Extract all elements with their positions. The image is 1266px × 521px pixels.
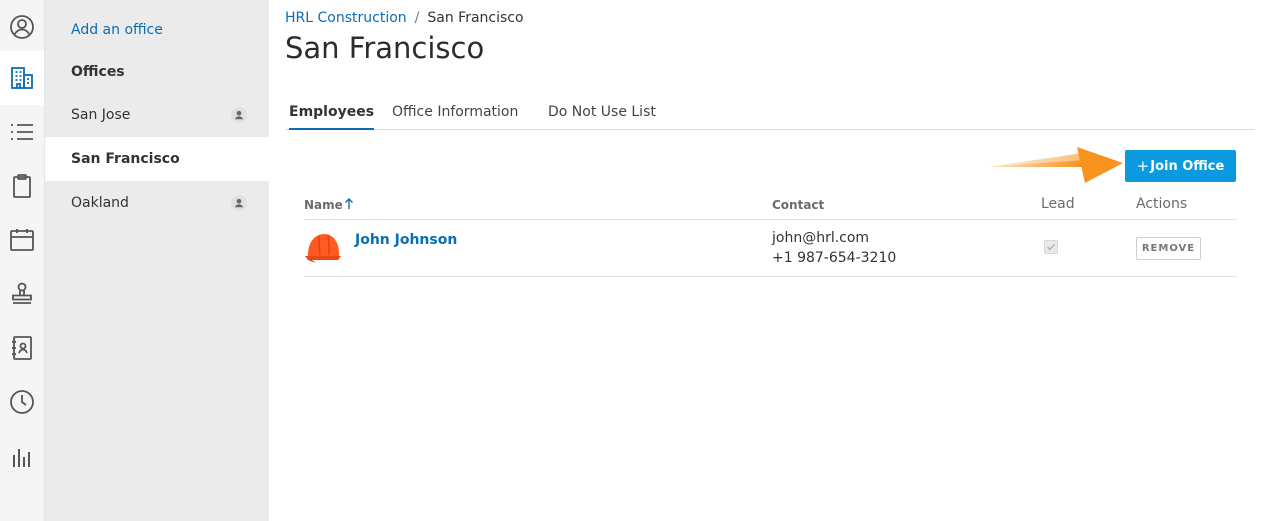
- table-header: Name Contact Lead Actions: [304, 190, 1237, 220]
- rail-offices[interactable]: [0, 51, 44, 105]
- breadcrumb-separator: /: [414, 10, 420, 26]
- tab-office-information[interactable]: Office Information: [392, 96, 518, 130]
- breadcrumb-parent-link[interactable]: HRL Construction: [285, 10, 407, 26]
- rail-clipboard[interactable]: [0, 159, 44, 213]
- checkmark-icon: [1046, 243, 1056, 251]
- sidebar-item-label: San Jose: [71, 107, 131, 123]
- clock-icon: [10, 390, 34, 414]
- employee-phone: +1 987-654-3210: [772, 250, 897, 266]
- offices-heading: Offices: [71, 64, 125, 80]
- column-header-lead: Lead: [1041, 196, 1075, 212]
- column-header-contact: Contact: [772, 198, 825, 212]
- column-header-actions: Actions: [1136, 196, 1188, 212]
- hard-hat-avatar-icon: [305, 234, 341, 263]
- tab-bar: Employees Office Information Do Not Use …: [285, 96, 1255, 130]
- sidebar-item-san-jose[interactable]: San Jose: [45, 93, 269, 137]
- employee-email: john@hrl.com: [772, 230, 870, 246]
- clipboard-icon: [13, 174, 31, 198]
- annotation-arrow-icon: [987, 147, 1123, 183]
- remove-button[interactable]: REMOVE: [1136, 237, 1201, 260]
- offices-sidebar: Add an office Offices San Jose San Franc…: [45, 0, 269, 521]
- plus-icon: +: [1136, 157, 1150, 175]
- tab-employees[interactable]: Employees: [289, 96, 375, 130]
- list-icon: [11, 124, 33, 140]
- rail-list[interactable]: [0, 105, 44, 159]
- rail-stamp[interactable]: [0, 267, 44, 321]
- table-row: John Johnson john@hrl.com +1 987-654-321…: [304, 220, 1237, 277]
- add-office-link[interactable]: Add an office: [71, 22, 163, 38]
- person-icon: [231, 107, 247, 123]
- lead-checkbox[interactable]: [1044, 240, 1058, 254]
- tab-do-not-use-list[interactable]: Do Not Use List: [548, 96, 656, 130]
- join-office-button[interactable]: + Join Office: [1125, 150, 1236, 182]
- sidebar-item-san-francisco[interactable]: San Francisco: [45, 137, 269, 181]
- sidebar-item-label: San Francisco: [71, 151, 180, 167]
- breadcrumb-current: San Francisco: [427, 10, 524, 26]
- contacts-book-icon: [12, 336, 32, 360]
- sort-ascending-icon[interactable]: [344, 198, 354, 210]
- breadcrumb: HRL Construction / San Francisco: [285, 10, 524, 26]
- page-title: San Francisco: [285, 31, 485, 65]
- rail-profile[interactable]: [0, 0, 44, 54]
- rail-contacts[interactable]: [0, 321, 44, 375]
- bar-chart-icon: [13, 449, 30, 467]
- join-office-label: Join Office: [1150, 158, 1225, 174]
- user-circle-icon: [10, 15, 34, 39]
- employee-name-link[interactable]: John Johnson: [355, 232, 457, 248]
- rail-reports[interactable]: [0, 429, 44, 483]
- rail-calendar[interactable]: [0, 213, 44, 267]
- icon-rail: [0, 0, 45, 521]
- stamp-icon: [12, 282, 32, 304]
- calendar-icon: [10, 229, 34, 251]
- sidebar-item-label: Oakland: [71, 195, 129, 211]
- column-header-name[interactable]: Name: [304, 198, 343, 212]
- building-icon: [11, 67, 33, 89]
- rail-clock[interactable]: [0, 375, 44, 429]
- person-icon: [231, 195, 247, 211]
- sidebar-item-oakland[interactable]: Oakland: [45, 181, 269, 225]
